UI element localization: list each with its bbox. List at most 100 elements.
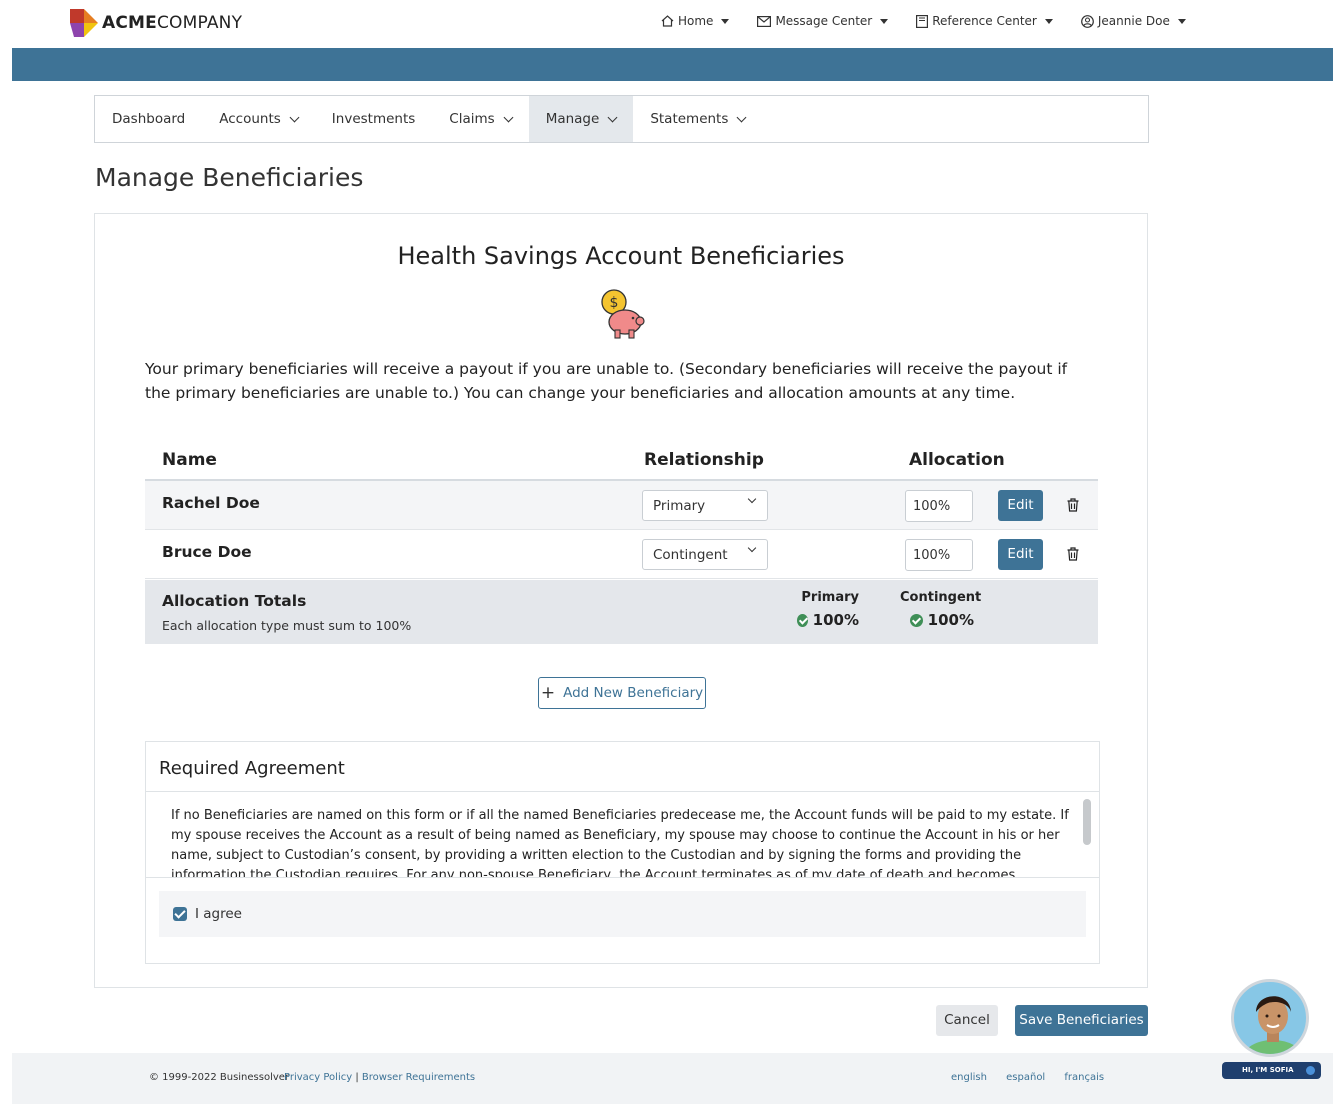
intro-text: Your primary beneficiaries will receive … <box>145 360 1068 402</box>
check-circle-icon <box>797 613 808 627</box>
contingent-total: Contingent 100% <box>900 590 982 629</box>
chevron-down-icon <box>503 112 514 122</box>
trash-icon[interactable] <box>1067 547 1079 561</box>
beneficiaries-table: Name Relationship Allocation Rachel Doe … <box>145 446 1098 579</box>
trash-icon[interactable] <box>1067 498 1079 512</box>
nav-home-label: Home <box>678 14 714 28</box>
chevron-down-icon <box>736 112 747 122</box>
primary-total: Primary 100% <box>797 590 859 629</box>
totals-title: Allocation Totals <box>162 592 307 610</box>
tab-manage[interactable]: Manage <box>528 96 634 142</box>
assistant-badge[interactable]: HI, I'M SOFIA <box>1222 1062 1321 1079</box>
piggy-bank-icon: $ <box>601 289 645 339</box>
chat-dot-icon <box>1306 1066 1315 1075</box>
edit-button[interactable]: Edit <box>998 490 1043 521</box>
agreement-title: Required Agreement <box>146 742 1099 792</box>
header-banner <box>12 48 1333 81</box>
caret-down-icon <box>1177 18 1186 24</box>
header-relationship: Relationship <box>644 450 764 470</box>
tab-dashboard[interactable]: Dashboard <box>95 96 202 142</box>
footer-separator: | <box>355 1072 359 1083</box>
cancel-button[interactable]: Cancel <box>936 1005 998 1036</box>
caret-down-icon <box>721 18 730 24</box>
primary-total-value: 100% <box>812 611 859 629</box>
relationship-value: Contingent <box>653 547 728 563</box>
logo-mark-icon <box>70 9 98 37</box>
book-icon <box>916 14 929 28</box>
language-links: english español français <box>951 1072 1120 1083</box>
card-title: Health Savings Account Beneficiaries <box>397 242 845 270</box>
caret-down-icon <box>1044 18 1053 24</box>
main-nav: Dashboard Accounts Investments Claims Ma… <box>94 95 1149 143</box>
edit-button[interactable]: Edit <box>998 539 1043 570</box>
nav-user-menu[interactable]: Jeannie Doe <box>1080 14 1186 28</box>
relationship-select[interactable]: Primary <box>642 490 768 521</box>
chevron-down-icon <box>607 112 618 122</box>
check-circle-icon <box>909 613 923 627</box>
allocation-totals: Allocation Totals Each allocation type m… <box>145 580 1098 644</box>
lang-espanol[interactable]: español <box>1006 1072 1045 1083</box>
save-beneficiaries-button[interactable]: Save Beneficiaries <box>1015 1005 1148 1036</box>
nav-user-label: Jeannie Doe <box>1097 14 1170 28</box>
footer: © 1999-2022 Businessolver Privacy Policy… <box>12 1053 1333 1104</box>
table-header: Name Relationship Allocation <box>145 446 1098 481</box>
lang-francais[interactable]: français <box>1064 1072 1104 1083</box>
page-title: Manage Beneficiaries <box>95 163 364 192</box>
beneficiary-name: Rachel Doe <box>162 494 260 512</box>
avatar-portrait-icon <box>1243 996 1303 1054</box>
lang-english[interactable]: english <box>951 1072 987 1083</box>
agreement-scrollbar[interactable] <box>1083 799 1091 845</box>
tab-statements-label: Statements <box>650 111 729 127</box>
header-allocation: Allocation <box>909 450 1005 470</box>
divider <box>146 877 1099 878</box>
agree-checkbox-row[interactable]: I agree <box>159 891 1086 937</box>
add-beneficiary-button[interactable]: + Add New Beneficiary <box>538 677 706 709</box>
contingent-total-value: 100% <box>927 611 974 629</box>
required-agreement: Required Agreement If no Beneficiaries a… <box>145 741 1100 964</box>
allocation-input[interactable]: 100% <box>905 490 973 522</box>
tab-statements[interactable]: Statements <box>633 96 762 142</box>
tab-manage-label: Manage <box>545 111 600 127</box>
chevron-down-icon <box>747 543 757 553</box>
beneficiaries-card: Health Savings Account Beneficiaries $ Y… <box>94 213 1148 988</box>
tab-accounts[interactable]: Accounts <box>202 96 315 142</box>
company-logo[interactable]: ACMECOMPANY <box>70 8 242 38</box>
plus-icon: + <box>540 683 556 703</box>
relationship-value: Primary <box>653 498 706 514</box>
brand-name: ACMECOMPANY <box>102 13 243 33</box>
beneficiary-name: Bruce Doe <box>162 543 252 561</box>
tab-claims-label: Claims <box>449 111 495 127</box>
tab-claims[interactable]: Claims <box>432 96 528 142</box>
nav-reference-center[interactable]: Reference Center <box>916 14 1053 28</box>
primary-total-label: Primary <box>801 590 859 605</box>
tab-dashboard-label: Dashboard <box>112 111 186 127</box>
agree-checkbox[interactable] <box>173 907 187 921</box>
nav-reference-center-label: Reference Center <box>932 14 1037 28</box>
assistant-badge-label: HI, I'M SOFIA <box>1242 1066 1294 1074</box>
header-name: Name <box>162 450 217 470</box>
agreement-text[interactable]: If no Beneficiaries are named on this fo… <box>146 792 1099 877</box>
tab-investments-label: Investments <box>331 111 416 127</box>
envelope-icon <box>757 15 772 27</box>
allocation-input[interactable]: 100% <box>905 539 973 571</box>
privacy-policy-link[interactable]: Privacy Policy <box>284 1072 352 1083</box>
nav-message-center-label: Message Center <box>775 14 873 28</box>
footer-links: Privacy Policy | Browser Requirements <box>284 1072 475 1083</box>
top-nav: Home Message Center Reference Center Jea… <box>661 14 1214 28</box>
chevron-down-icon <box>747 494 757 504</box>
totals-subtitle: Each allocation type must sum to 100% <box>162 618 412 633</box>
contingent-total-label: Contingent <box>900 590 982 605</box>
svg-text:$: $ <box>610 295 619 311</box>
nav-message-center[interactable]: Message Center <box>757 14 889 28</box>
top-header: ACMECOMPANY Home Message Center Referenc… <box>0 0 1333 48</box>
nav-home[interactable]: Home <box>661 14 730 28</box>
agree-label: I agree <box>195 906 242 922</box>
chevron-down-icon <box>289 112 300 122</box>
table-row: Bruce Doe Contingent 100% Edit <box>145 530 1098 579</box>
relationship-select[interactable]: Contingent <box>642 539 768 570</box>
tab-investments[interactable]: Investments <box>315 96 433 142</box>
browser-requirements-link[interactable]: Browser Requirements <box>362 1072 475 1083</box>
assistant-avatar[interactable] <box>1231 979 1309 1057</box>
caret-down-icon <box>880 18 889 24</box>
user-circle-icon <box>1080 14 1094 28</box>
